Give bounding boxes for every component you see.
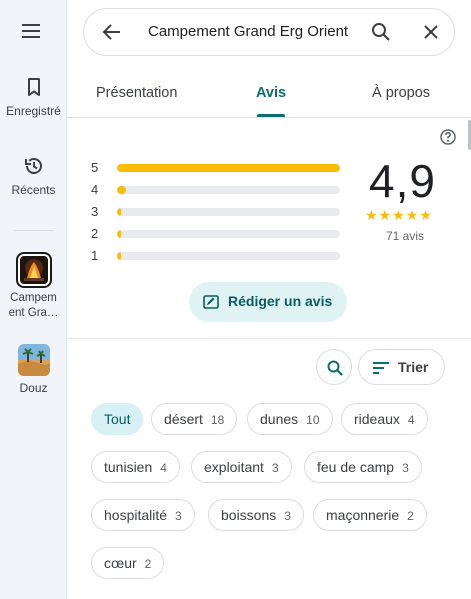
active-tab-indicator [257,114,285,117]
topic-chip[interactable]: boissons 3 [208,499,304,531]
chip-count: 4 [160,461,167,475]
rail-divider [14,230,54,231]
rating-level: 4 [91,182,99,197]
rating-bar-track [117,230,340,238]
topic-chip[interactable]: rideaux 4 [341,403,428,435]
place-panel: Campement Grand Erg Orient Présentation … [67,0,471,599]
bookmark-icon [27,78,40,96]
rating-bar-row: 4 [91,180,341,202]
recent-place-campement[interactable]: Campem ent Gra… [0,252,67,321]
search-icon [327,360,343,376]
rating-bar-row: 1 [91,246,341,268]
topic-chip[interactable]: feu de camp 3 [304,451,422,483]
rating-level: 1 [91,248,99,263]
tab-bar: Présentation Avis À propos [67,74,471,118]
help-icon[interactable] [439,128,457,146]
chip-label: hospitalité [104,507,168,523]
topic-chip[interactable]: désert 18 [151,403,238,435]
saved-label: Enregistré [6,104,61,118]
rating-level: 2 [91,226,99,241]
write-review-button[interactable]: Rédiger un avis [189,282,347,322]
recent-place-label: Douz [19,381,48,395]
rating-bar-track [117,164,340,172]
rating-level: 3 [91,204,99,219]
saved-button[interactable]: Enregistré [0,76,67,118]
chip-count: 10 [306,413,320,427]
rating-bar-row: 5 [91,158,341,180]
search-icon[interactable] [370,21,392,43]
recent-place-label: Campem ent Gra… [8,292,59,319]
topic-chip[interactable]: tunisien 4 [91,451,180,483]
hamburger-icon[interactable] [20,20,42,42]
rating-bar-fill [117,208,121,216]
sort-button[interactable]: Trier [358,349,445,385]
chip-label: Tout [104,411,131,427]
chip-label: exploitant [204,459,264,475]
sort-label: Trier [398,359,429,375]
star-rating: ★★★★★ [365,207,433,223]
chip-count: 2 [144,557,152,571]
search-reviews-button[interactable] [316,349,352,385]
rating-bar-track [117,186,340,194]
recent-label: Récents [11,183,56,197]
desert-thumbnail [17,344,50,376]
chip-count: 3 [284,509,291,523]
chip-label: tunisien [104,459,153,475]
chip-count: 18 [210,413,225,427]
section-divider [67,338,471,339]
review-count[interactable]: 71 avis [386,229,424,243]
rating-bar-row: 3 [91,202,341,224]
rating-bar-fill [117,230,121,238]
edit-review-icon [203,295,219,309]
search-query[interactable]: Campement Grand Erg Orient [148,23,348,40]
chip-label: maçonnerie [326,507,400,523]
rating-bar-fill [117,186,126,194]
topic-chip[interactable]: hospitalité 3 [91,499,195,531]
rating-level: 5 [91,160,99,175]
tab-reviews[interactable]: Avis [256,85,286,101]
chip-count: 3 [175,509,182,523]
rating-bar-fill [117,164,340,172]
chip-label: rideaux [354,411,400,427]
tab-about[interactable]: À propos [372,85,430,101]
recent-place-douz[interactable]: Douz [0,344,67,395]
chip-label: cœur [104,555,137,571]
topic-chip[interactable]: dunes 10 [247,403,333,435]
campfire-thumbnail [15,252,52,288]
topic-chip[interactable]: exploitant 3 [191,451,292,483]
history-icon [24,158,42,174]
sort-icon [373,362,389,374]
rating-bar-fill [117,252,122,260]
search-box[interactable]: Campement Grand Erg Orient [83,8,455,56]
rating-bar-track [117,208,340,216]
rating-bar-row: 2 [91,224,341,246]
topic-chip-all[interactable]: Tout [91,403,144,435]
chip-count: 2 [407,509,414,523]
chip-count: 4 [407,413,415,427]
recent-button[interactable]: Récents [0,155,67,197]
close-icon[interactable] [420,21,442,43]
chip-label: boissons [221,507,277,523]
back-arrow-icon[interactable] [101,21,123,43]
rating-distribution: 5 4 3 2 1 [91,158,341,268]
side-rail: Enregistré Récents Campem ent Gra… Douz [0,0,67,599]
chip-label: désert [164,411,203,427]
chip-label: feu de camp [317,459,395,475]
topic-chip[interactable]: maçonnerie 2 [313,499,427,531]
chip-count: 3 [271,461,279,475]
chip-label: dunes [260,411,299,427]
write-review-label: Rédiger un avis [228,293,333,309]
topic-chip[interactable]: cœur 2 [91,547,165,579]
chip-count: 3 [402,461,409,475]
average-rating: 4,9 [369,155,436,207]
tab-overview[interactable]: Présentation [96,85,177,101]
rating-bar-track [117,252,340,260]
